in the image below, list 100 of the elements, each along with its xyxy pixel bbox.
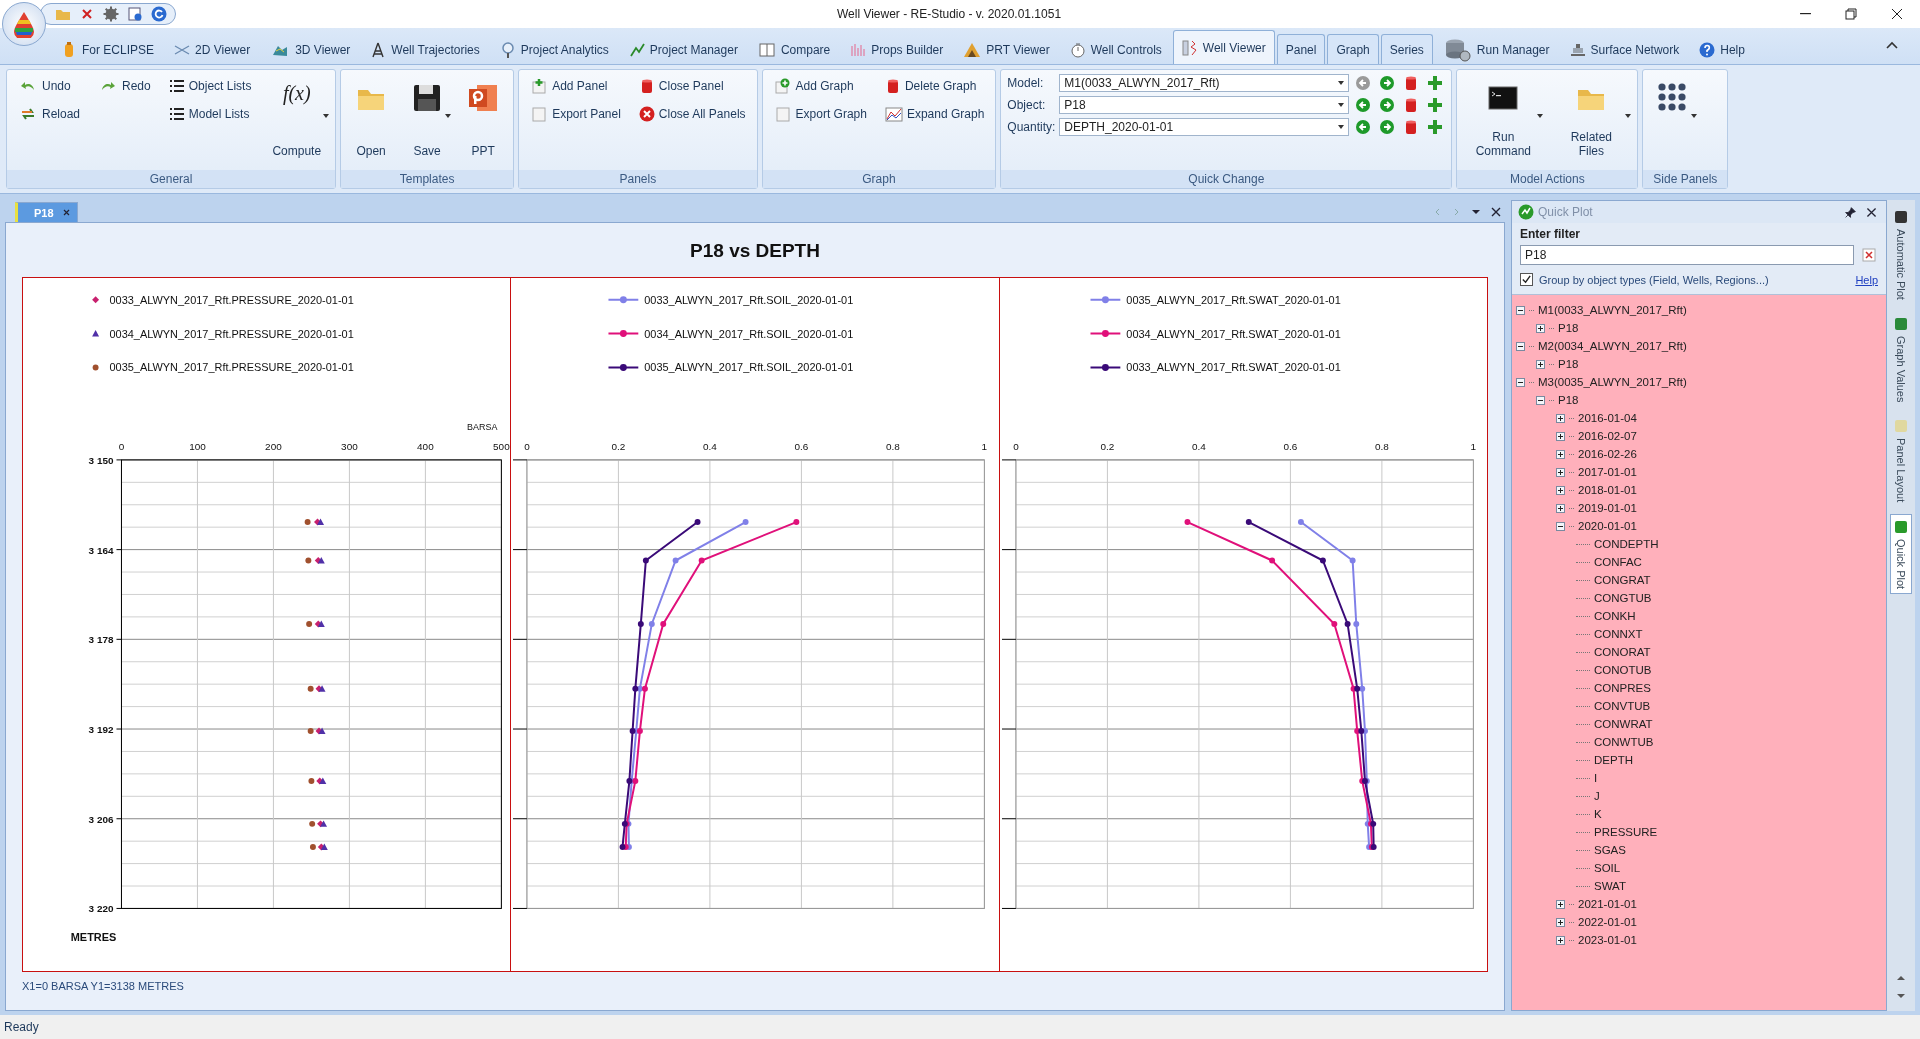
ribbon-button[interactable]: Redo bbox=[95, 74, 154, 98]
ribbon-button[interactable]: Reload bbox=[15, 102, 84, 126]
tree-item[interactable]: M2(0034_ALWYN_2017_Rft) bbox=[1538, 340, 1687, 352]
ribbon-tab[interactable]: Compare bbox=[748, 34, 840, 64]
help-link[interactable]: Help bbox=[1855, 273, 1878, 286]
tree-item[interactable]: DEPTH bbox=[1594, 754, 1633, 766]
expand-icon[interactable] bbox=[1556, 917, 1565, 927]
tree-item[interactable]: I bbox=[1594, 772, 1598, 784]
ribbon-button[interactable]: Delete Graph bbox=[881, 74, 988, 98]
tree-item[interactable]: 2018-01-01 bbox=[1578, 484, 1637, 496]
ribbon-tab[interactable]: Graph bbox=[1327, 34, 1379, 64]
tree-item[interactable]: 2023-01-01 bbox=[1578, 934, 1637, 946]
ribbon-tab[interactable]: Surface Network bbox=[1560, 34, 1689, 64]
tree-item[interactable]: P18 bbox=[1558, 322, 1579, 334]
tree-item[interactable]: 2022-01-01 bbox=[1578, 916, 1637, 928]
collapse-icon[interactable] bbox=[1556, 521, 1565, 531]
tree-item[interactable]: 2020-01-01 bbox=[1578, 520, 1637, 532]
tree-item[interactable]: CONPRES bbox=[1594, 682, 1651, 694]
tree-item[interactable]: CONOTUB bbox=[1594, 664, 1652, 676]
collapse-icon[interactable] bbox=[1516, 341, 1525, 351]
ribbon-button[interactable]: Add Panel bbox=[527, 74, 624, 98]
tree-item[interactable]: 2021-01-01 bbox=[1578, 898, 1637, 910]
tree-item[interactable]: K bbox=[1594, 808, 1602, 820]
tree-item[interactable]: P18 bbox=[1558, 394, 1579, 406]
filter-field[interactable]: P18 bbox=[1520, 245, 1854, 265]
ribbon-button[interactable]: Close All Panels bbox=[635, 102, 749, 126]
tree-item[interactable]: CONKH bbox=[1594, 610, 1636, 622]
ribbon-button[interactable]: Expand Graph bbox=[881, 102, 988, 126]
ribbon-button[interactable]: Undo bbox=[15, 74, 84, 98]
tree-item[interactable]: CONGRAT bbox=[1594, 574, 1651, 586]
expand-icon[interactable] bbox=[1536, 359, 1545, 369]
expand-icon[interactable] bbox=[1556, 467, 1565, 477]
tree-item[interactable]: 2016-02-07 bbox=[1578, 430, 1637, 442]
ribbon-button[interactable]: Close Panel bbox=[635, 74, 749, 98]
ribbon-button[interactable]: Related Files bbox=[1553, 74, 1630, 162]
expand-icon[interactable] bbox=[1556, 431, 1565, 441]
ribbon-button[interactable]: Export Panel bbox=[527, 102, 624, 126]
tree-item[interactable]: SOIL bbox=[1594, 862, 1621, 874]
ribbon-tab[interactable]: Props Builder bbox=[841, 34, 953, 64]
collapse-icon[interactable] bbox=[1516, 377, 1525, 387]
ribbon-tab[interactable]: Project Analytics bbox=[490, 34, 618, 64]
ribbon-tab[interactable]: Run Manager bbox=[1434, 34, 1559, 64]
expand-icon[interactable] bbox=[1536, 323, 1545, 333]
ribbon-button[interactable]: Object Lists bbox=[165, 74, 255, 98]
tree-item[interactable]: CONWRAT bbox=[1594, 718, 1653, 730]
ribbon-tab[interactable]: For ECLIPSE bbox=[52, 34, 164, 64]
ribbon-tab[interactable]: 2D Viewer bbox=[165, 34, 260, 64]
expand-icon[interactable] bbox=[1556, 899, 1565, 909]
tree-item[interactable]: 2019-01-01 bbox=[1578, 502, 1637, 514]
ribbon-button[interactable]: PPT bbox=[461, 74, 506, 162]
side-tab[interactable]: Automatic Plot bbox=[1890, 204, 1912, 305]
tree-item[interactable]: CONNXT bbox=[1594, 628, 1643, 640]
expand-icon[interactable] bbox=[1556, 503, 1565, 513]
ribbon-tab[interactable]: Help bbox=[1690, 34, 1754, 64]
combo-box[interactable]: M1(0033_ALWYN_2017_Rft) bbox=[1059, 74, 1350, 92]
tree-item[interactable]: 2016-01-04 bbox=[1578, 412, 1637, 424]
pin-button[interactable] bbox=[1842, 205, 1859, 219]
tree-item[interactable]: J bbox=[1594, 790, 1600, 802]
ribbon-tab[interactable]: Well Controls bbox=[1060, 34, 1171, 64]
ribbon-tab[interactable]: Well Trajectories bbox=[361, 34, 489, 64]
tree-item[interactable]: 2017-01-01 bbox=[1578, 466, 1637, 478]
tree-item[interactable]: PRESSURE bbox=[1594, 826, 1658, 838]
tree-item[interactable]: SGAS bbox=[1594, 844, 1626, 856]
settings-button[interactable] bbox=[103, 6, 119, 22]
tree-item[interactable]: CONFAC bbox=[1594, 556, 1642, 568]
collapse-icon[interactable] bbox=[1516, 305, 1525, 315]
tree-item[interactable]: CONORAT bbox=[1594, 646, 1651, 658]
tree-item[interactable]: M1(0033_ALWYN_2017_Rft) bbox=[1538, 304, 1687, 316]
tree-item[interactable]: CONVTUB bbox=[1594, 700, 1651, 712]
expand-icon[interactable] bbox=[1556, 449, 1565, 459]
tree-item[interactable]: CONWTUB bbox=[1594, 736, 1654, 748]
collapse-icon[interactable] bbox=[1536, 395, 1545, 405]
ribbon-tab[interactable]: Panel bbox=[1276, 34, 1326, 64]
ribbon-tab[interactable]: Well Viewer bbox=[1172, 30, 1275, 64]
ribbon-button[interactable]: f(x) Compute bbox=[266, 74, 328, 162]
tree-item[interactable]: CONGTUB bbox=[1594, 592, 1652, 604]
combo-box[interactable]: P18 bbox=[1059, 96, 1350, 114]
tree-item[interactable]: 2016-02-26 bbox=[1578, 448, 1637, 460]
side-tab[interactable]: Quick Plot bbox=[1890, 513, 1912, 594]
ribbon-button[interactable]: Export Graph bbox=[770, 102, 870, 126]
expand-icon[interactable] bbox=[1556, 935, 1565, 945]
ribbon-tab[interactable]: Project Manager bbox=[619, 34, 747, 64]
ribbon-tab[interactable]: PRT Viewer bbox=[954, 34, 1059, 64]
expand-icon[interactable] bbox=[1556, 485, 1565, 495]
ribbon-button[interactable]: Run Command bbox=[1465, 74, 1542, 162]
tree-item[interactable]: P18 bbox=[1558, 358, 1579, 370]
ribbon-button[interactable]: Save bbox=[405, 74, 450, 162]
ribbon-tab[interactable]: 3D Viewer bbox=[261, 34, 360, 64]
tree-item[interactable]: M3(0035_ALWYN_2017_Rft) bbox=[1538, 376, 1687, 388]
tree-item[interactable]: CONDEPTH bbox=[1594, 538, 1659, 550]
ribbon-tab[interactable]: Series bbox=[1380, 34, 1433, 64]
combo-box[interactable]: DEPTH_2020-01-01 bbox=[1059, 118, 1350, 136]
ribbon-button[interactable]: Model Lists bbox=[165, 102, 255, 126]
ribbon-button[interactable]: Add Graph bbox=[770, 74, 870, 98]
clear-filter-button[interactable] bbox=[1860, 248, 1878, 262]
tree-item[interactable]: SWAT bbox=[1594, 880, 1626, 892]
side-tab[interactable]: Panel Layout bbox=[1890, 413, 1912, 508]
refresh-button[interactable] bbox=[151, 6, 167, 22]
side-tab[interactable]: Graph Values bbox=[1890, 310, 1912, 408]
ribbon-button[interactable]: Open bbox=[349, 74, 394, 162]
